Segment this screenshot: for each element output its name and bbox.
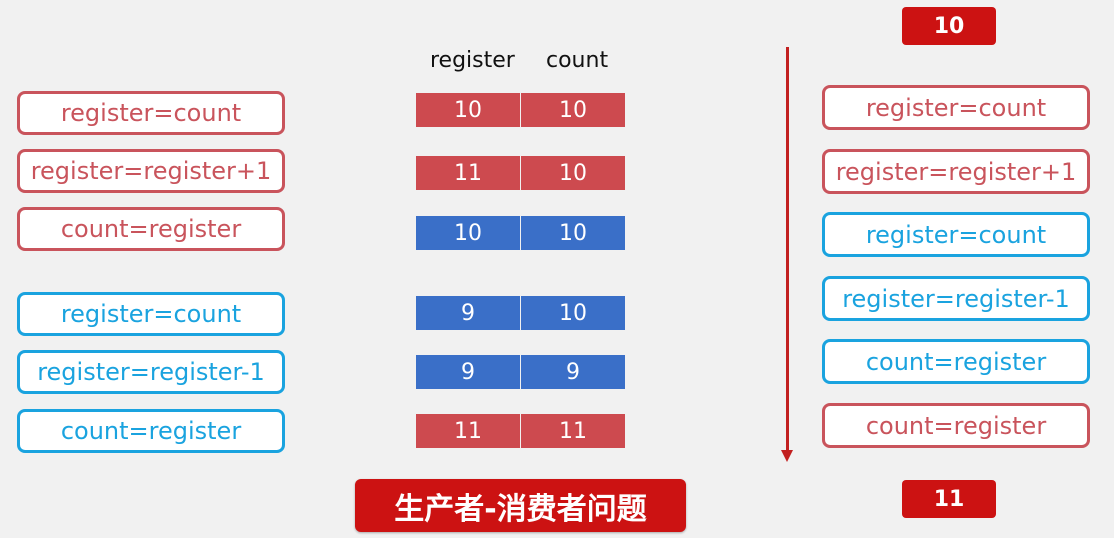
step-label: count=register [60,215,242,243]
left-step-1: register=count [17,91,285,135]
right-step-2: register=register+1 [822,149,1090,194]
cell-count-row-3: 10 [521,216,625,250]
step-label: count=register [865,347,1047,376]
step-label: register=count [865,93,1047,122]
step-label: register=register+1 [835,157,1077,186]
right-step-5: count=register [822,339,1090,384]
step-label: count=register [865,411,1047,440]
cell-count-row-2: 10 [521,156,625,190]
left-step-6: count=register [17,409,285,453]
cell-count-row-1: 10 [521,93,625,127]
timeline-arrow-line [786,47,789,452]
step-label: count=register [60,417,242,445]
right-step-3: register=count [822,212,1090,257]
step-label: register=count [865,220,1047,249]
cell-register-row-1: 10 [416,93,520,127]
cell-register-row-6: 11 [416,414,520,448]
right-step-6: count=register [822,403,1090,448]
left-step-2: register=register+1 [17,149,285,193]
cell-register-row-3: 10 [416,216,520,250]
cell-register-row-5: 9 [416,355,520,389]
header-count: count [546,48,609,73]
title-banner: 生产者-消费者问题 [355,479,686,532]
cell-register-row-2: 11 [416,156,520,190]
step-label: register=register-1 [842,284,1070,313]
cell-count-row-6: 11 [521,414,625,448]
top-value-badge: 10 [902,7,996,45]
right-step-4: register=register-1 [822,276,1090,321]
timeline-arrow-head-icon [781,450,793,462]
cell-count-row-5: 9 [521,355,625,389]
step-label: register=register-1 [37,358,265,386]
right-step-1: register=count [822,85,1090,130]
left-step-5: register=register-1 [17,350,285,394]
cell-count-row-4: 10 [521,296,625,330]
step-label: register=count [60,99,242,127]
left-step-4: register=count [17,292,285,336]
bottom-value-badge: 11 [902,480,996,518]
cell-register-row-4: 9 [416,296,520,330]
step-label: register=count [60,300,242,328]
header-register: register [430,48,515,73]
step-label: register=register+1 [30,157,272,185]
left-step-3: count=register [17,207,285,251]
